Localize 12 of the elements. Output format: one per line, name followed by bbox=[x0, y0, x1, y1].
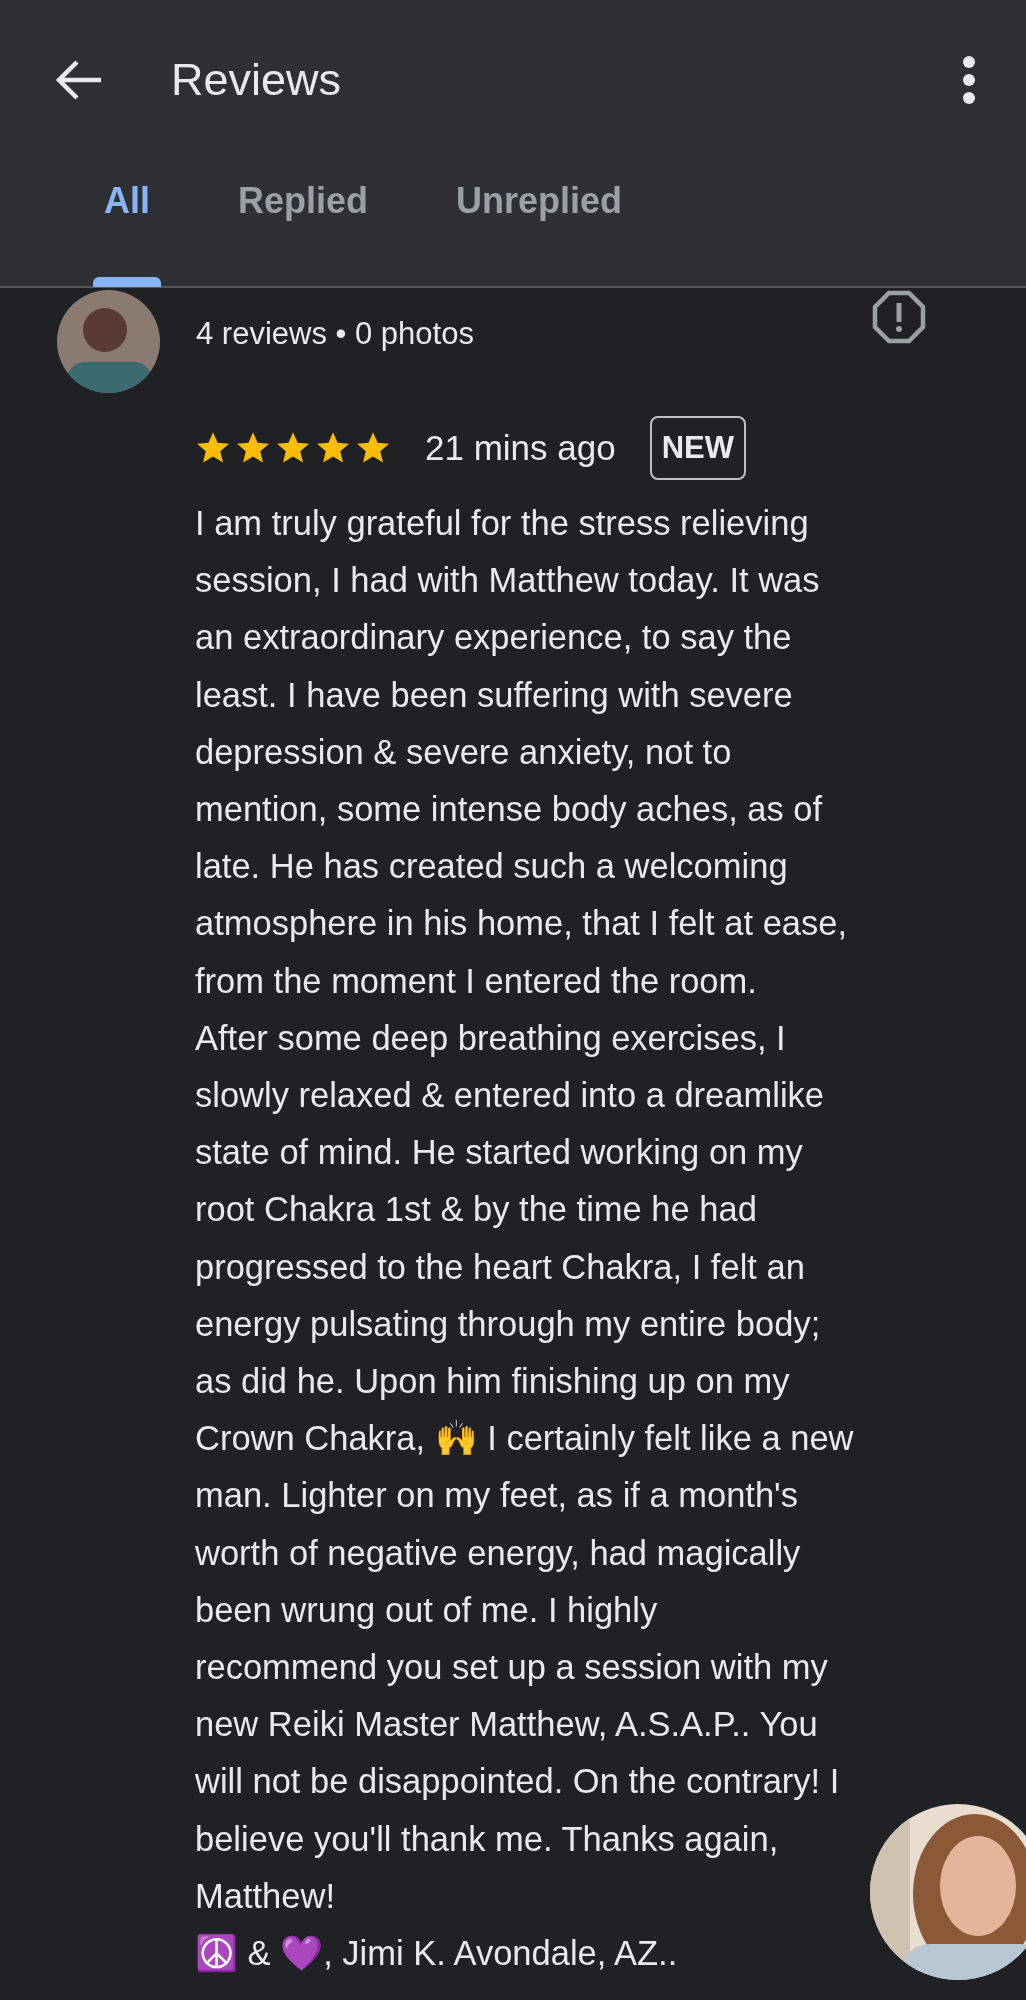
page-title: Reviews bbox=[171, 54, 343, 106]
tab[interactable]: Unreplied bbox=[432, 170, 647, 232]
tab[interactable]: All bbox=[80, 170, 174, 232]
back-arrow-icon[interactable] bbox=[55, 60, 103, 100]
review-time: 21 mins ago bbox=[425, 428, 616, 468]
review-text: I am truly grateful for the stress relieving session, I had with Matthew today. It was an extraordinary experience, to say the least. I have been suffering with severe depression & severe anxiety, not to mention, some intense body aches, as of late. He has created such a welcoming atmosphere in his home, that I felt at ease, from the moment I entered the room. After some deep breathing exercises, I slowly relaxed & entered into a dreamlike state of mind. He started working on my root Chakra 1st & by the time he had progressed to the heart Chakra, I felt an energy pulsating through my entire body; as did he. Upon him finishing up on my Crown Chakra, 🙌 I certainly felt like a new man. Lighter on my feet, as if a month's worth of negative energy, had magically been wrung out of me. I highly recommend you set up a session with my new Reiki Master Matthew, A.S.A.P.. You will not be disappointed. On the contrary! I believe you'll thank me. Thanks again, Matthew! ☮ & 💜, Jimi K. Avondale, AZ.. bbox=[195, 503, 854, 1975]
tab-indicator bbox=[93, 277, 161, 287]
new-badge: NEW bbox=[649, 416, 746, 480]
report-icon[interactable] bbox=[872, 290, 926, 344]
reviewer-stats: 4 reviews • 0 photos bbox=[196, 316, 475, 352]
more-options-icon[interactable] bbox=[962, 55, 976, 105]
tab[interactable]: Replied bbox=[214, 170, 393, 232]
